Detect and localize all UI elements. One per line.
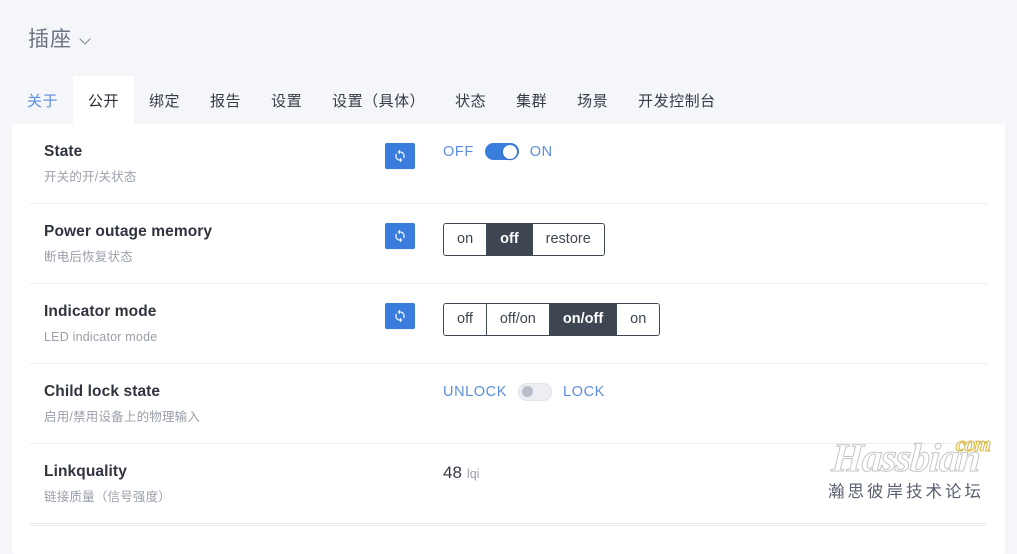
refresh-icon	[393, 229, 407, 243]
property-refresh-group	[385, 302, 443, 329]
refresh-icon	[393, 309, 407, 323]
linkquality-value: 48	[443, 463, 462, 482]
toggle-child-lock: UNLOCK LOCK	[443, 383, 605, 401]
property-description: 开关的开/关状态	[44, 170, 137, 184]
property-control-group: 48 lqi	[443, 462, 987, 483]
tab-settings[interactable]: 设置	[256, 76, 317, 124]
property-label-group: Indicator mode LED indicator mode	[30, 302, 385, 346]
toggle-knob	[522, 386, 534, 398]
property-control-group: UNLOCK LOCK	[443, 382, 987, 401]
refresh-button-state[interactable]	[385, 143, 415, 169]
toggle-knob	[503, 144, 518, 159]
segment-on[interactable]: on	[617, 304, 660, 335]
property-row-indicator-mode: Indicator mode LED indicator mode off of…	[30, 284, 987, 364]
property-label-group: Power outage memory 断电后恢复状态	[30, 222, 385, 266]
refresh-button-indicator-mode[interactable]	[385, 303, 415, 329]
tab-settings-specific[interactable]: 设置（具体）	[317, 76, 440, 124]
property-name: Power outage memory	[44, 223, 213, 240]
tab-exposes[interactable]: 公开	[73, 76, 135, 124]
segment-restore[interactable]: restore	[532, 224, 604, 255]
property-name: State	[44, 143, 83, 160]
page-header: 插座	[0, 0, 1017, 76]
card-footer-space	[12, 526, 1005, 554]
property-control-group: OFF ON	[443, 142, 987, 160]
linkquality-unit: lqi	[466, 467, 480, 481]
tab-reporting[interactable]: 报告	[195, 76, 256, 124]
segment-off[interactable]: off	[487, 224, 533, 255]
property-refresh-group	[385, 142, 443, 169]
refresh-icon	[393, 149, 407, 163]
property-row-linkquality: Linkquality 链接质量（信号强度） 48 lqi	[30, 444, 987, 524]
property-refresh-group	[385, 462, 443, 463]
refresh-button-power-outage-memory[interactable]	[385, 223, 415, 249]
segment-on[interactable]: on	[444, 224, 488, 255]
property-description: 断电后恢复状态	[44, 250, 133, 264]
tab-state[interactable]: 状态	[440, 76, 501, 124]
segment-off[interactable]: off	[444, 304, 487, 335]
toggle-switch-state[interactable]	[484, 143, 519, 160]
exposes-card: State 开关的开/关状态 OFF ON Power outage memor…	[12, 124, 1005, 554]
linkquality-value-group: 48 lqi	[443, 463, 479, 483]
property-control-group: off off/on on/off on	[443, 302, 987, 336]
property-name: Linkquality	[44, 463, 127, 480]
property-label-group: Child lock state 启用/禁用设备上的物理输入	[30, 382, 385, 426]
segmented-control-power-outage-memory: on off restore	[443, 223, 605, 256]
device-title[interactable]: 插座	[28, 23, 92, 53]
toggle-lock-label[interactable]: LOCK	[563, 384, 605, 400]
property-row-child-lock-state: Child lock state 启用/禁用设备上的物理输入 UNLOCK LO…	[30, 364, 987, 444]
property-description: LED indicator mode	[44, 330, 158, 344]
tab-about[interactable]: 关于	[12, 76, 73, 124]
tab-bind[interactable]: 绑定	[134, 76, 195, 124]
chevron-down-icon[interactable]	[81, 35, 92, 46]
tab-bar: 关于 公开 绑定 报告 设置 设置（具体） 状态 集群 场景 开发控制台	[0, 76, 1017, 124]
toggle-switch-child-lock[interactable]	[518, 383, 553, 401]
property-row-state: State 开关的开/关状态 OFF ON	[30, 124, 987, 204]
property-label-group: State 开关的开/关状态	[30, 142, 385, 186]
property-label-group: Linkquality 链接质量（信号强度）	[30, 462, 385, 506]
tab-scene[interactable]: 场景	[562, 76, 623, 124]
property-refresh-group	[385, 382, 443, 383]
device-title-text: 插座	[28, 28, 72, 51]
toggle-off-label[interactable]: OFF	[443, 144, 474, 160]
tab-clusters[interactable]: 集群	[501, 76, 562, 124]
tab-dev-console[interactable]: 开发控制台	[623, 76, 731, 124]
segment-off-on[interactable]: off/on	[486, 304, 550, 335]
property-description: 链接质量（信号强度）	[44, 490, 172, 504]
property-name: Indicator mode	[44, 303, 157, 320]
toggle-unlock-label[interactable]: UNLOCK	[443, 384, 507, 400]
segment-on-off[interactable]: on/off	[549, 304, 618, 335]
property-name: Child lock state	[44, 383, 161, 400]
property-row-power-outage-memory: Power outage memory 断电后恢复状态 on off resto…	[30, 204, 987, 284]
toggle-on-label[interactable]: ON	[530, 144, 553, 160]
property-description: 启用/禁用设备上的物理输入	[44, 410, 201, 424]
segmented-control-indicator-mode: off off/on on/off on	[443, 303, 661, 336]
property-refresh-group	[385, 222, 443, 249]
property-control-group: on off restore	[443, 222, 987, 256]
toggle-state: OFF ON	[443, 143, 553, 160]
